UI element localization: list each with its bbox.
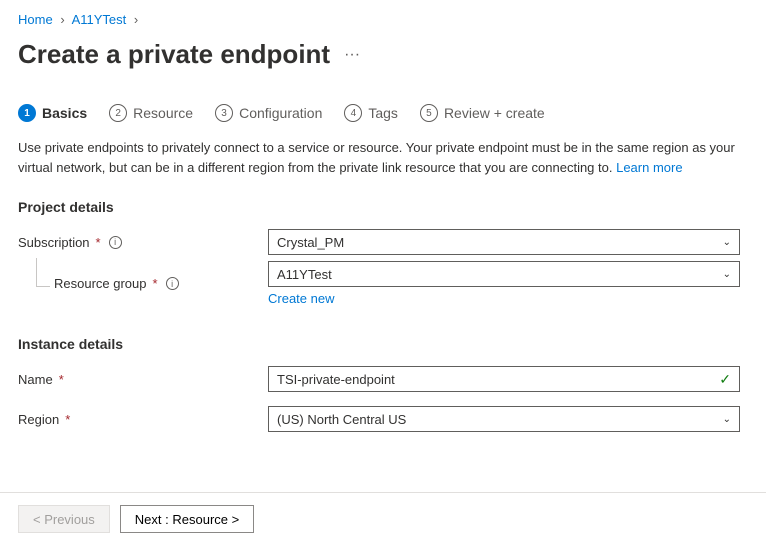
region-label: Region * [18,412,268,427]
create-new-link[interactable]: Create new [268,291,334,306]
chevron-down-icon: ⌄ [723,269,731,280]
learn-more-link[interactable]: Learn more [616,160,682,175]
resource-group-label: Resource group * i [18,276,268,291]
breadcrumb-home[interactable]: Home [18,12,53,27]
required-indicator: * [59,372,64,387]
more-actions-icon[interactable]: ··· [344,46,360,64]
tab-resource-number-icon: 2 [109,104,127,122]
tab-review-create[interactable]: 5 Review + create [420,104,545,122]
tab-basics[interactable]: 1 Basics [18,104,87,122]
tab-basics-label: Basics [42,105,87,121]
wizard-tabs: 1 Basics 2 Resource 3 Configuration 4 Ta… [18,104,748,122]
name-label: Name * [18,372,268,387]
tab-configuration[interactable]: 3 Configuration [215,104,322,122]
next-button[interactable]: Next : Resource > [120,505,254,533]
wizard-footer: < Previous Next : Resource > [0,492,766,545]
tab-resource-label: Resource [133,105,193,121]
info-icon[interactable]: i [109,236,122,249]
breadcrumb-a11ytest[interactable]: A11YTest [72,12,127,27]
chevron-down-icon: ⌄ [723,414,731,425]
description-text: Use private endpoints to privately conne… [18,138,738,177]
previous-button: < Previous [18,505,110,533]
tab-tags[interactable]: 4 Tags [344,104,398,122]
required-indicator: * [153,276,158,291]
required-indicator: * [96,235,101,250]
breadcrumb-sep-1: › [60,12,64,27]
name-input[interactable]: TSI-private-endpoint ✓ [268,366,740,392]
tab-review-label: Review + create [444,105,545,121]
subscription-select[interactable]: Crystal_PM ⌄ [268,229,740,255]
tab-review-number-icon: 5 [420,104,438,122]
tab-configuration-label: Configuration [239,105,322,121]
resource-group-value: A11YTest [277,267,332,282]
page-title: Create a private endpoint [18,39,330,70]
valid-check-icon: ✓ [719,371,731,388]
resource-group-select[interactable]: A11YTest ⌄ [268,261,740,287]
subscription-label: Subscription * i [18,235,268,250]
breadcrumb: Home › A11YTest › [18,12,748,39]
info-icon[interactable]: i [166,277,179,290]
subscription-value: Crystal_PM [277,235,344,250]
project-details-heading: Project details [18,199,748,215]
tab-tags-number-icon: 4 [344,104,362,122]
required-indicator: * [65,412,70,427]
tab-tags-label: Tags [368,105,398,121]
region-value: (US) North Central US [277,412,406,427]
tab-basics-number-icon: 1 [18,104,36,122]
tab-resource[interactable]: 2 Resource [109,104,193,122]
tab-configuration-number-icon: 3 [215,104,233,122]
breadcrumb-sep-2: › [134,12,138,27]
chevron-down-icon: ⌄ [723,237,731,248]
name-value: TSI-private-endpoint [277,372,395,387]
instance-details-heading: Instance details [18,336,748,352]
region-select[interactable]: (US) North Central US ⌄ [268,406,740,432]
